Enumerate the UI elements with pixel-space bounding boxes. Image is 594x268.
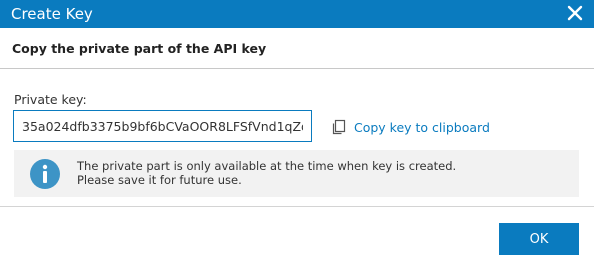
ok-button[interactable]: OK [499,223,579,255]
copy-key-link-label[interactable]: Copy key to clipboard [354,120,490,135]
info-message-line-1: The private part is only available at th… [77,159,457,173]
copy-key-to-clipboard-link[interactable]: Copy key to clipboard [331,117,490,137]
info-icon [29,158,61,190]
private-key-input[interactable] [13,110,312,142]
info-message-line-2: Please save it for future use. [77,173,242,187]
footer-divider [0,206,594,207]
close-icon[interactable] [566,4,584,22]
dialog-titlebar: Create Key [0,0,594,28]
info-message-box: The private part is only available at th… [14,150,579,197]
create-key-dialog: Create Key Copy the private part of the … [0,0,594,268]
private-key-label: Private key: [14,92,87,107]
dialog-header: Copy the private part of the API key [0,28,594,69]
dialog-subtitle: Copy the private part of the API key [12,41,267,56]
copy-icon[interactable] [331,119,347,135]
dialog-title: Create Key [11,5,93,23]
info-message-text: The private part is only available at th… [77,159,456,187]
